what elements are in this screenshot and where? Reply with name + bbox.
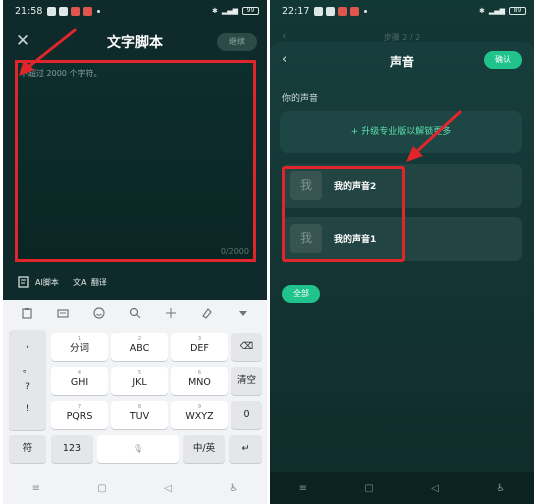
- ime-keyboard: , 。 ? ! 1 分词 2 ABC 3 DEF ⌫ 4 GHI 5 JKL 6 MNO 清…: [3, 300, 267, 472]
- ai-script-tool[interactable]: AI脚本: [17, 276, 59, 288]
- key-1[interactable]: 1 分词: [51, 333, 108, 361]
- home-nav-icon[interactable]: ▢: [97, 483, 106, 494]
- menu-nav-icon[interactable]: ≡: [32, 483, 40, 494]
- keyboard-toolbar: [3, 300, 267, 326]
- emoji-icon[interactable]: [93, 307, 106, 320]
- navigation-bar: ≡ ▢ ◁ ♿: [270, 472, 534, 504]
- translate-label: 翻译: [90, 277, 107, 287]
- cursor-move-icon[interactable]: [165, 307, 178, 320]
- key-0[interactable]: 0: [231, 401, 262, 429]
- punctuation-key[interactable]: 。: [9, 362, 46, 375]
- key-4[interactable]: 4 GHI: [51, 367, 108, 395]
- number-key[interactable]: 123: [51, 435, 93, 463]
- clear-key[interactable]: 清空: [231, 367, 262, 395]
- collapse-keyboard-icon[interactable]: [237, 307, 250, 320]
- right-phone-screen: 22:17 ✱ ▂▄▆ 89 ‹ 步骤 2 / 2 ‹ 声音 确认 你的声音 +…: [270, 0, 534, 504]
- svg-text:文A: 文A: [73, 277, 87, 287]
- key-3[interactable]: 3 DEF: [171, 333, 228, 361]
- menu-nav-icon[interactable]: ≡: [299, 483, 307, 494]
- key-9[interactable]: 9 WXYZ: [171, 401, 228, 429]
- enter-key[interactable]: ↵: [229, 435, 262, 463]
- backspace-key[interactable]: ⌫: [231, 333, 262, 361]
- accessibility-icon[interactable]: ♿: [229, 483, 238, 494]
- skin-icon[interactable]: [201, 307, 214, 320]
- punctuation-column[interactable]: , 。 ? !: [9, 330, 46, 430]
- back-nav-icon[interactable]: ◁: [431, 483, 439, 494]
- punctuation-key[interactable]: !: [9, 404, 46, 414]
- punctuation-key[interactable]: ,: [9, 340, 46, 350]
- punctuation-key[interactable]: ?: [9, 382, 46, 392]
- clipboard-icon[interactable]: [21, 307, 34, 320]
- symbol-key[interactable]: 符: [9, 435, 46, 463]
- translate-icon: 文A: [73, 276, 87, 288]
- accessibility-icon[interactable]: ♿: [496, 483, 505, 494]
- ai-script-icon: [17, 276, 31, 288]
- key-2[interactable]: 2 ABC: [111, 333, 168, 361]
- key-8[interactable]: 8 TUV: [111, 401, 168, 429]
- back-nav-icon[interactable]: ◁: [164, 483, 172, 494]
- key-6[interactable]: 6 MNO: [171, 367, 228, 395]
- mic-icon: 🎙: [132, 444, 144, 453]
- home-nav-icon[interactable]: ▢: [364, 483, 373, 494]
- key-7[interactable]: 7 PQRS: [51, 401, 108, 429]
- language-switch-key[interactable]: 中/英: [183, 435, 225, 463]
- navigation-bar: ≡ ▢ ◁ ♿: [3, 472, 267, 504]
- translate-tool[interactable]: 文A 翻译: [73, 276, 107, 288]
- search-icon[interactable]: [129, 307, 142, 320]
- space-key[interactable]: 🎙: [97, 435, 179, 463]
- left-phone-screen: 21:58 ✱ ▂▄▆ 99 ✕ 文字脚本 继续 0/2000 AI脚本: [3, 0, 267, 504]
- key-5[interactable]: 5 JKL: [111, 367, 168, 395]
- editor-toolbar: AI脚本 文A 翻译: [17, 276, 107, 288]
- annotation-arrow-icon: [406, 110, 462, 162]
- ai-script-label: AI脚本: [35, 277, 59, 287]
- keyboard-layout-icon[interactable]: [57, 307, 70, 320]
